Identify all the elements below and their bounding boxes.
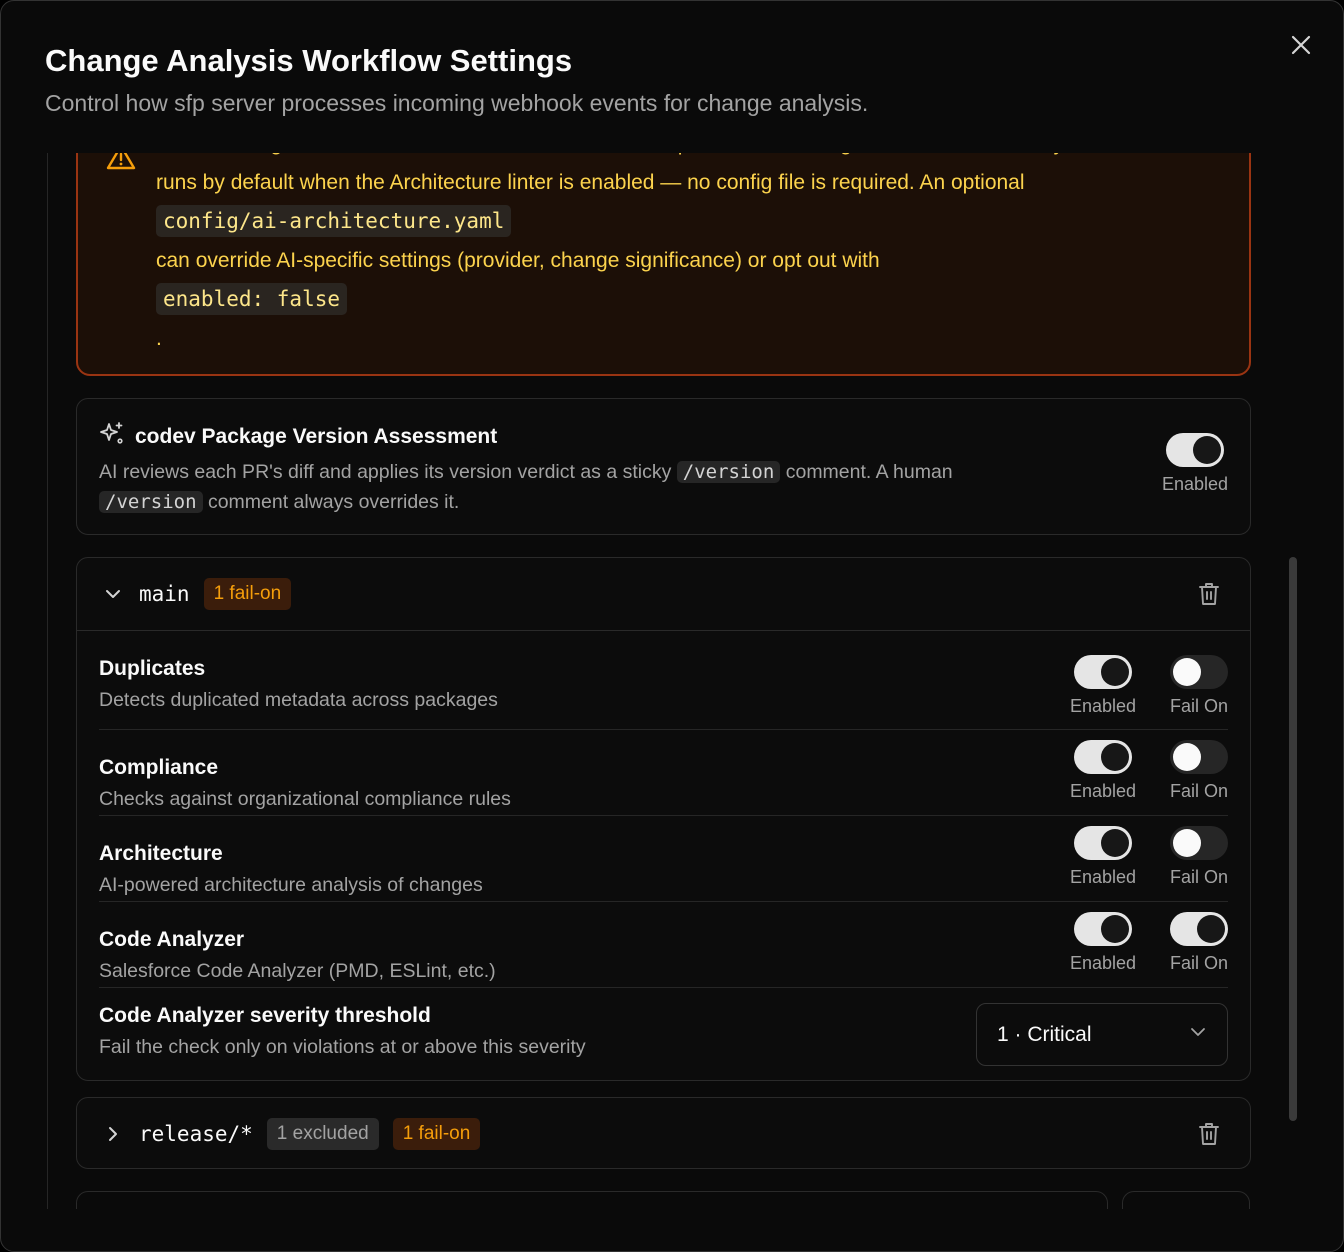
- fail-on-toggle[interactable]: [1169, 912, 1228, 946]
- toggle-label: Fail On: [1169, 781, 1228, 801]
- fail-on-badge: 1 fail-on: [392, 1118, 481, 1150]
- fail-on-group: Fail On: [1170, 912, 1228, 974]
- enabled-toggle[interactable]: [1073, 740, 1132, 774]
- toggle-label: Enabled: [1069, 781, 1136, 801]
- fail-on-group: Fail On: [1170, 740, 1228, 802]
- toggle-label: Enabled: [1069, 867, 1136, 887]
- rule-row-code-analyzer: Code Analyzer Salesforce Code Analyzer (…: [99, 902, 1228, 988]
- toggle-label: Enabled: [1161, 474, 1228, 494]
- rule-row-duplicates: Duplicates Detects duplicated metadata a…: [99, 631, 1228, 730]
- branch-rules: Duplicates Detects duplicated metadata a…: [77, 630, 1250, 1080]
- rule-desc: Checks against organizational compliance…: [99, 788, 511, 810]
- close-icon[interactable]: [1287, 31, 1315, 59]
- version-code: /version: [676, 461, 781, 483]
- warning-line-4: .: [156, 326, 162, 350]
- trash-icon[interactable]: [1198, 1122, 1220, 1151]
- add-branch-button[interactable]: [1122, 1191, 1250, 1209]
- warning-callout: These settings control linter exclusions…: [76, 153, 1251, 376]
- codev-enabled-group: Enabled: [1162, 433, 1228, 495]
- codev-desc-part-1: AI reviews each PR's diff and applies it…: [99, 461, 672, 483]
- warning-triangle-icon: [106, 153, 136, 176]
- enabled-toggle[interactable]: [1073, 912, 1132, 946]
- rule-row-compliance: Compliance Checks against organizational…: [99, 730, 1228, 816]
- version-code: /version: [99, 491, 203, 513]
- chevron-right-icon[interactable]: [101, 1122, 125, 1146]
- codev-desc-part-3: comment always overrides it.: [207, 491, 460, 513]
- enabled-group: Enabled: [1070, 912, 1136, 974]
- fail-on-toggle[interactable]: [1169, 826, 1228, 860]
- toggle-label: Enabled: [1069, 953, 1136, 973]
- codev-enabled-toggle[interactable]: [1165, 433, 1224, 467]
- settings-scroll-area[interactable]: These settings control linter exclusions…: [47, 153, 1299, 1209]
- fail-on-toggle[interactable]: [1169, 740, 1228, 774]
- rule-name: Duplicates: [99, 657, 206, 680]
- sparkles-icon: [99, 421, 125, 453]
- enabled-group: Enabled: [1070, 826, 1136, 888]
- toggle-label: Fail On: [1169, 867, 1228, 887]
- rule-name: Code Analyzer: [99, 928, 245, 951]
- codev-description: AI reviews each PR's diff and applies it…: [99, 457, 1059, 517]
- warning-line-1: These settings control linter exclusions…: [156, 153, 1209, 164]
- dialog-subtitle: Control how sfp server processes incomin…: [45, 90, 869, 116]
- rule-name: Compliance: [99, 756, 219, 779]
- codev-version-card: codev Package Version Assessment AI revi…: [76, 398, 1251, 535]
- severity-threshold-row: Code Analyzer severity threshold Fail th…: [99, 988, 1228, 1080]
- rule-name: Architecture: [99, 842, 223, 865]
- branch-name: main: [139, 582, 190, 606]
- branch-header[interactable]: main 1 fail-on: [77, 558, 1250, 630]
- enabled-group: Enabled: [1070, 740, 1136, 802]
- fail-on-group: Fail On: [1170, 655, 1228, 717]
- toggle-label: Fail On: [1169, 953, 1228, 973]
- toggle-label: Enabled: [1069, 696, 1136, 716]
- scrollbar-thumb[interactable]: [1289, 557, 1297, 1121]
- settings-dialog: Change Analysis Workflow Settings Contro…: [0, 0, 1344, 1252]
- warning-line-2: runs by default when the Architecture li…: [156, 170, 1025, 194]
- warning-text: These settings control linter exclusions…: [156, 153, 1209, 358]
- branch-pattern-input[interactable]: [76, 1191, 1108, 1209]
- branch-header[interactable]: release/* 1 excluded 1 fail-on: [77, 1098, 1250, 1170]
- config-path-code: config/ai-architecture.yaml: [156, 205, 512, 237]
- dialog-title: Change Analysis Workflow Settings: [45, 43, 573, 78]
- warning-line-3: can override AI-specific settings (provi…: [156, 248, 880, 272]
- enabled-toggle[interactable]: [1073, 655, 1132, 689]
- add-branch-row: [76, 1191, 1251, 1209]
- fail-on-toggle[interactable]: [1169, 655, 1228, 689]
- rule-row-architecture: Architecture AI-powered architecture ana…: [99, 816, 1228, 902]
- chevron-down-icon[interactable]: [101, 582, 125, 606]
- enabled-group: Enabled: [1070, 655, 1136, 717]
- fail-on-group: Fail On: [1170, 826, 1228, 888]
- severity-select[interactable]: 1 · Critical: [976, 1003, 1228, 1066]
- enabled-toggle[interactable]: [1073, 826, 1132, 860]
- excluded-badge: 1 excluded: [266, 1118, 379, 1150]
- rule-desc: Detects duplicated metadata across packa…: [99, 689, 498, 711]
- rule-desc: Salesforce Code Analyzer (PMD, ESLint, e…: [99, 960, 496, 982]
- enabled-false-code: enabled: false: [156, 283, 348, 315]
- rule-desc: AI-powered architecture analysis of chan…: [99, 874, 483, 896]
- severity-value: 1 · Critical: [997, 1022, 1092, 1046]
- toggle-label: Fail On: [1169, 696, 1228, 716]
- dialog-header: Change Analysis Workflow Settings Contro…: [45, 41, 1265, 119]
- branch-name: release/*: [139, 1122, 253, 1146]
- chevron-down-icon: [1189, 1023, 1207, 1047]
- fail-on-badge: 1 fail-on: [203, 578, 292, 610]
- branch-card-main: main 1 fail-on Duplicates Detects duplic…: [76, 557, 1251, 1081]
- codev-desc-part-2: comment. A human: [785, 461, 953, 483]
- trash-icon[interactable]: [1198, 582, 1220, 611]
- branch-card-release: release/* 1 excluded 1 fail-on: [76, 1097, 1251, 1169]
- codev-title: codev Package Version Assessment: [135, 425, 498, 448]
